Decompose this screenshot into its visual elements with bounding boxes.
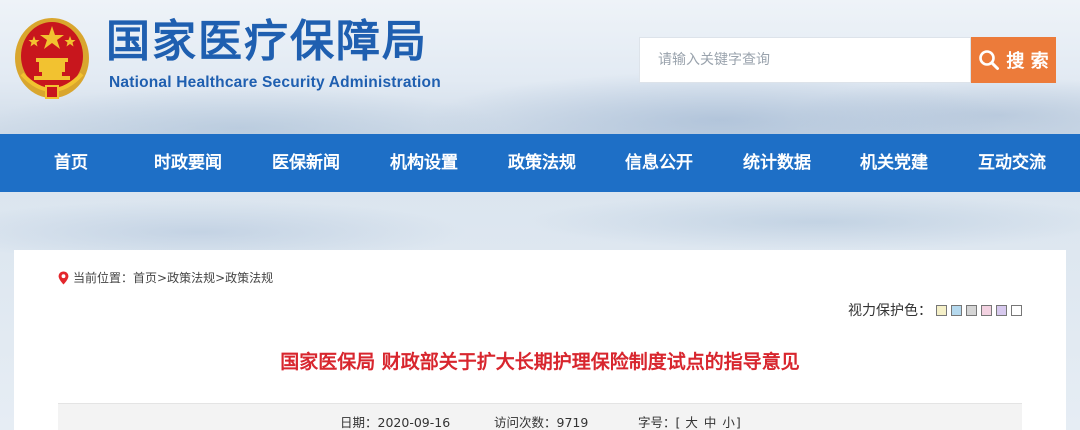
site-subtitle: National Healthcare Security Administrat… bbox=[109, 74, 441, 91]
eye-care-swatch-purple[interactable] bbox=[996, 304, 1007, 316]
location-pin-icon bbox=[58, 271, 69, 284]
search-icon bbox=[979, 50, 1000, 70]
article-meta-bar: 日期：2020-09-16 访问次数：9719 字号：[ 大 中 小] bbox=[58, 403, 1022, 430]
eye-care-swatch-yellow[interactable] bbox=[936, 304, 947, 316]
visit-count-value: 9719 bbox=[556, 415, 589, 430]
publish-date-label: 日期： bbox=[340, 415, 378, 430]
breadcrumb-policies-sub[interactable]: 政策法规 bbox=[225, 269, 273, 286]
eye-care-swatch-blue[interactable] bbox=[951, 304, 962, 316]
eye-care-color-picker: 视力保护色： bbox=[848, 300, 1022, 320]
nav-item-party-building[interactable]: 机关党建 bbox=[860, 134, 928, 192]
nav-item-politics-news[interactable]: 时政要闻 bbox=[154, 134, 222, 192]
font-size-medium-button[interactable]: 中 bbox=[704, 415, 717, 430]
font-size-small-button[interactable]: 小 bbox=[722, 415, 735, 430]
font-size-large-button[interactable]: 大 bbox=[685, 415, 698, 430]
eye-care-swatch-gray[interactable] bbox=[966, 304, 977, 316]
search-box bbox=[639, 37, 971, 83]
article-panel: 当前位置： 首页 > 政策法规 > 政策法规 视力保护色： 国家医保局 财政部关… bbox=[14, 250, 1066, 430]
nav-item-home[interactable]: 首页 bbox=[54, 134, 88, 192]
site-title: 国家医疗保障局 bbox=[106, 16, 428, 67]
font-size-control: 字号：[ 大 中 小] bbox=[638, 412, 741, 430]
font-size-bracket-open: [ bbox=[675, 415, 681, 430]
nav-item-healthcare-news[interactable]: 医保新闻 bbox=[272, 134, 340, 192]
breadcrumb-separator: > bbox=[215, 270, 226, 285]
search-input[interactable] bbox=[658, 38, 970, 82]
breadcrumb: 当前位置： 首页 > 政策法规 > 政策法规 bbox=[58, 269, 273, 286]
eye-care-swatch-white[interactable] bbox=[1011, 304, 1022, 316]
visit-count-label: 访问次数： bbox=[494, 415, 557, 430]
search-button[interactable]: 搜 索 bbox=[971, 37, 1056, 83]
nav-item-public-info[interactable]: 信息公开 bbox=[625, 134, 693, 192]
breadcrumb-policies[interactable]: 政策法规 bbox=[167, 269, 215, 286]
nav-item-interaction[interactable]: 互动交流 bbox=[978, 134, 1046, 192]
national-emblem-icon bbox=[15, 18, 89, 99]
article-title: 国家医保局 财政部关于扩大长期护理保险制度试点的指导意见 bbox=[280, 351, 800, 373]
search-button-label: 搜 索 bbox=[1006, 51, 1049, 72]
nav-item-organization[interactable]: 机构设置 bbox=[390, 134, 458, 192]
eye-care-label: 视力保护色： bbox=[848, 303, 932, 319]
font-size-bracket-close: ] bbox=[735, 415, 741, 430]
main-nav: 首页 时政要闻 医保新闻 机构设置 政策法规 信息公开 统计数据 机关党建 互动… bbox=[0, 134, 1080, 192]
breadcrumb-separator: > bbox=[157, 270, 168, 285]
nav-item-policies[interactable]: 政策法规 bbox=[508, 134, 576, 192]
font-size-label: 字号： bbox=[638, 415, 676, 430]
visit-count: 访问次数：9719 bbox=[494, 412, 588, 430]
eye-care-swatch-pink[interactable] bbox=[981, 304, 992, 316]
publish-date: 日期：2020-09-16 bbox=[340, 412, 450, 430]
breadcrumb-home[interactable]: 首页 bbox=[133, 269, 157, 286]
nav-item-statistics[interactable]: 统计数据 bbox=[743, 134, 811, 192]
publish-date-value: 2020-09-16 bbox=[377, 415, 451, 430]
site-header: 国家医疗保障局 National Healthcare Security Adm… bbox=[0, 0, 1080, 134]
breadcrumb-prefix: 当前位置： bbox=[73, 271, 134, 285]
